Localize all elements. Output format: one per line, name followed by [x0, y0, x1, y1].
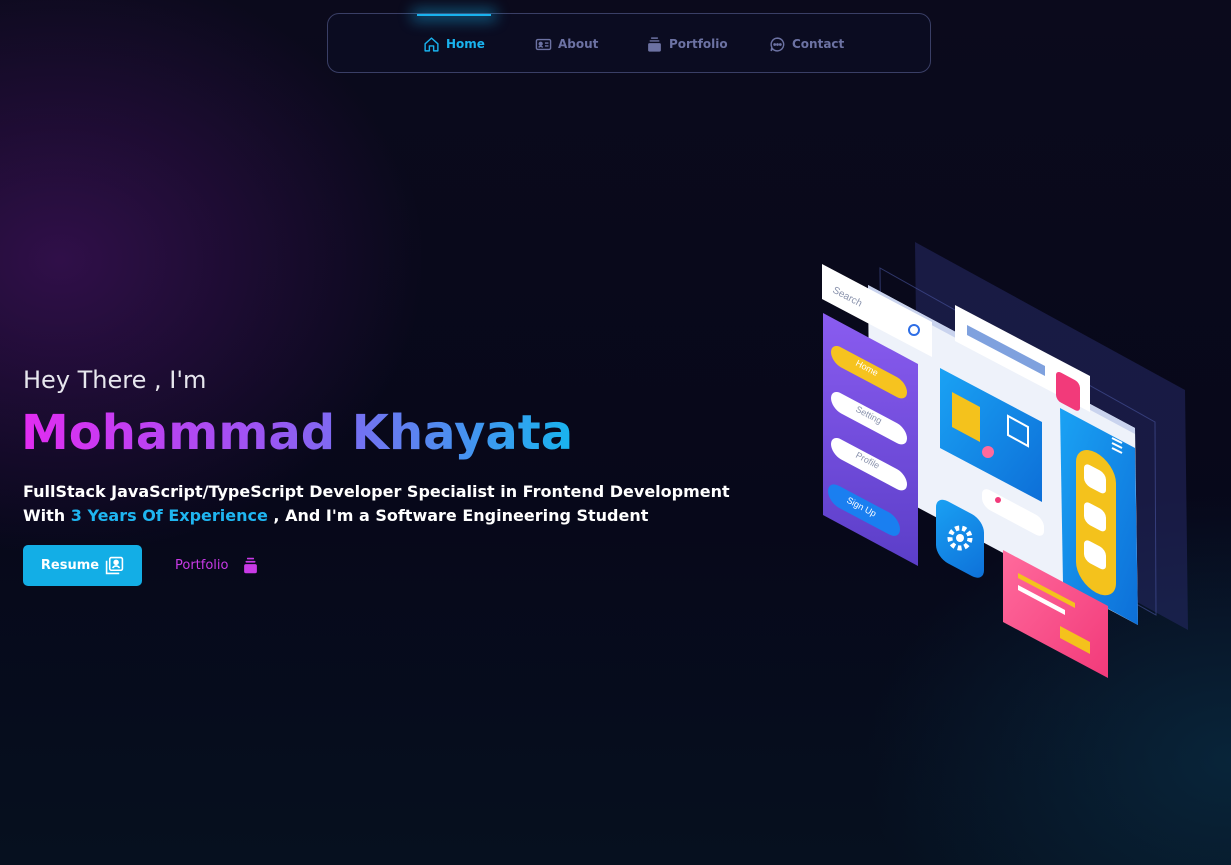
nav-item-home[interactable]: Home — [417, 14, 491, 74]
nav-item-about[interactable]: About — [535, 14, 598, 74]
hero-tagline: FullStack JavaScript/TypeScript Develope… — [23, 480, 730, 528]
nav-item-label: Home — [446, 37, 485, 51]
chat-icon — [769, 36, 786, 53]
experience-highlight: 3 Years Of Experience — [70, 506, 268, 525]
resume-button-label: Resume — [40, 558, 100, 573]
hero-greeting: Hey There , I'm — [23, 366, 207, 394]
portfolio-link-label: Portfolio — [175, 558, 229, 573]
top-navigation: Home About Portfolio Contact — [327, 13, 931, 73]
nav-item-label: About — [558, 37, 599, 51]
stack-icon — [646, 36, 663, 53]
home-icon — [423, 36, 440, 53]
nav-item-label: Portfolio — [669, 37, 728, 51]
nav-item-label: Contact — [792, 37, 845, 51]
hero-name: Mohammad Khayata — [21, 405, 574, 461]
resume-button[interactable]: Resume — [23, 545, 142, 586]
hero-illustration: Search Home Setting Profile Sign Up — [822, 242, 1188, 678]
contact-book-icon — [105, 556, 124, 575]
portfolio-link[interactable]: Portfolio — [175, 545, 259, 586]
stack-icon — [242, 556, 259, 575]
tagline-line-2: With 3 Years Of Experience , And I'm a S… — [23, 504, 730, 528]
tagline-prefix: With — [23, 506, 71, 525]
tagline-line-1: FullStack JavaScript/TypeScript Develope… — [23, 482, 730, 501]
nav-item-portfolio[interactable]: Portfolio — [646, 14, 728, 74]
id-card-icon — [535, 36, 552, 53]
nav-item-contact[interactable]: Contact — [769, 14, 844, 74]
tagline-suffix: , And I'm a Software Engineering Student — [267, 506, 649, 525]
heart-icon — [995, 497, 1001, 503]
